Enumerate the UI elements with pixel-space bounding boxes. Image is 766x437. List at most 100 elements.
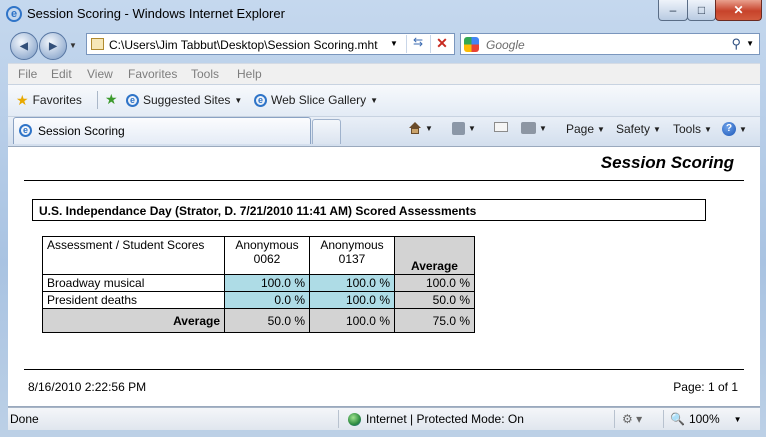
chevron-down-icon[interactable]: ▼: [539, 124, 547, 133]
web-slice-gallery-link[interactable]: e Web Slice Gallery ▼: [254, 93, 378, 107]
chevron-down-icon: ▼: [597, 124, 605, 134]
search-box[interactable]: Google ⚲ ▼: [460, 33, 760, 55]
table-header-row: Assessment / Student Scores Anonymous 006…: [42, 236, 475, 275]
table-row: Broadway musical 100.0 % 100.0 % 100.0 %: [42, 274, 475, 292]
help-menu[interactable]: ? ▼: [722, 122, 747, 136]
tab-label: Session Scoring: [38, 124, 125, 138]
back-button[interactable]: ◀: [10, 32, 38, 60]
chevron-down-icon: ▼: [739, 124, 747, 134]
security-zone-label: Internet | Protected Mode: On: [366, 412, 524, 426]
safety-menu[interactable]: Safety ▼: [616, 122, 661, 136]
favorites-bar: ★ Favorites ★ e Suggested Sites ▼ e Web …: [8, 84, 760, 116]
rss-feed-icon: [452, 122, 465, 135]
footer-rule: [24, 369, 744, 370]
student-header: Anonymous 0137: [309, 236, 395, 275]
score-cell: 100.0 %: [309, 291, 395, 309]
mail-icon: [494, 122, 508, 132]
search-icon[interactable]: ⚲: [731, 36, 741, 52]
student-id: 0062: [253, 252, 281, 266]
new-tab-button[interactable]: [312, 119, 341, 144]
address-bar[interactable]: C:\Users\Jim Tabbut\Desktop\Session Scor…: [86, 33, 455, 55]
home-button[interactable]: ▼: [408, 122, 433, 134]
add-favorite-icon: ★: [105, 91, 118, 107]
home-icon: [408, 122, 422, 134]
row-average-cell: 100.0 %: [394, 274, 475, 292]
globe-icon: [348, 412, 361, 426]
menu-bar: File Edit View Favorites Tools Help: [8, 63, 760, 84]
chevron-down-icon[interactable]: ▼: [734, 415, 742, 424]
forward-arrow-icon: ▶: [49, 40, 57, 52]
favorites-button[interactable]: ★ Favorites: [16, 93, 82, 107]
page-menu-label: Page: [566, 122, 595, 136]
session-heading: U.S. Independance Day (Strator, D. 7/21/…: [32, 199, 706, 221]
menu-help[interactable]: Help: [237, 67, 262, 81]
protected-mode-icon[interactable]: ⚙ ▾: [622, 412, 642, 426]
search-options-dropdown-icon[interactable]: ▼: [746, 39, 754, 48]
close-button[interactable]: ✕: [715, 0, 762, 21]
forward-button[interactable]: ▶: [39, 32, 67, 60]
security-zone[interactable]: Internet | Protected Mode: On: [348, 412, 524, 426]
favorites-star-icon: ★: [16, 92, 29, 108]
feeds-button[interactable]: ▼: [452, 122, 476, 135]
zoom-icon: 🔍: [670, 412, 685, 426]
add-to-favorites-bar-button[interactable]: ★: [105, 91, 118, 107]
row-average-cell: 50.0 %: [394, 291, 475, 309]
menu-view[interactable]: View: [87, 67, 113, 81]
column-average-cell: 100.0 %: [309, 308, 395, 333]
minimize-button[interactable]: –: [658, 0, 688, 21]
web-slice-gallery-label: Web Slice Gallery: [271, 93, 367, 107]
ie-icon: e: [126, 93, 139, 107]
stop-icon[interactable]: ✕: [430, 35, 453, 53]
page-menu[interactable]: Page ▼: [566, 122, 605, 136]
ie-tab-icon: e: [19, 124, 32, 137]
help-icon: ?: [722, 122, 736, 136]
chevron-down-icon[interactable]: ▼: [425, 124, 433, 133]
printed-timestamp: 8/16/2010 2:22:56 PM: [28, 380, 147, 394]
student-id: 0137: [338, 252, 366, 266]
menu-tools[interactable]: Tools: [191, 67, 219, 81]
google-logo-icon: [464, 37, 479, 52]
suggested-sites-label: Suggested Sites: [143, 93, 231, 107]
favorites-label: Favorites: [32, 93, 82, 107]
menu-favorites[interactable]: Favorites: [128, 67, 177, 81]
tools-menu[interactable]: Tools ▼: [673, 122, 712, 136]
score-cell: 0.0 %: [224, 291, 310, 309]
zoom-control[interactable]: 🔍 100% ▼: [670, 412, 742, 426]
status-text: Done: [10, 412, 39, 426]
tools-menu-label: Tools: [673, 122, 702, 136]
menu-file[interactable]: File: [18, 67, 37, 81]
favorites-separator: [97, 91, 98, 109]
print-button[interactable]: ▼: [521, 122, 547, 134]
student-header: Anonymous 0062: [224, 236, 310, 275]
tab-session-scoring[interactable]: e Session Scoring: [13, 117, 311, 144]
chevron-down-icon: ▼: [234, 95, 243, 105]
corner-header: Assessment / Student Scores: [42, 236, 225, 275]
table-row: President deaths 0.0 % 100.0 % 50.0 %: [42, 291, 475, 309]
window-title: Session Scoring - Windows Internet Explo…: [27, 6, 285, 21]
status-separator: [614, 410, 615, 428]
tab-row: e Session Scoring ▼ ▼ ▼ Page ▼ Safety ▼ To…: [8, 116, 760, 147]
menu-edit[interactable]: Edit: [51, 67, 72, 81]
column-average-cell: 50.0 %: [224, 308, 310, 333]
footer-average-label: Average: [42, 308, 225, 333]
suggested-sites-link[interactable]: e Suggested Sites ▼: [126, 93, 242, 107]
chevron-down-icon: ▼: [653, 124, 661, 134]
page-icon: [91, 38, 104, 50]
page-content: Session Scoring U.S. Independance Day (S…: [8, 146, 760, 407]
address-dropdown-icon[interactable]: ▼: [390, 39, 398, 48]
title-bar: e Session Scoring - Windows Internet Exp…: [0, 0, 766, 28]
student-name: Anonymous: [235, 238, 299, 252]
browser-window: e Session Scoring - Windows Internet Exp…: [0, 0, 766, 437]
chevron-down-icon[interactable]: ▼: [468, 124, 476, 133]
refresh-icon[interactable]: ⇆: [406, 35, 429, 53]
address-url[interactable]: C:\Users\Jim Tabbut\Desktop\Session Scor…: [109, 38, 378, 52]
assessment-name: Broadway musical: [42, 274, 225, 292]
read-mail-button[interactable]: [494, 122, 508, 132]
recent-pages-dropdown-icon[interactable]: ▼: [69, 41, 77, 50]
status-bar: Done Internet | Protected Mode: On ⚙ ▾ 🔍…: [8, 407, 760, 430]
maximize-button[interactable]: □: [687, 0, 716, 21]
search-placeholder[interactable]: Google: [486, 38, 525, 52]
printer-icon: [521, 122, 536, 134]
student-name: Anonymous: [320, 238, 384, 252]
score-cell: 100.0 %: [224, 274, 310, 292]
